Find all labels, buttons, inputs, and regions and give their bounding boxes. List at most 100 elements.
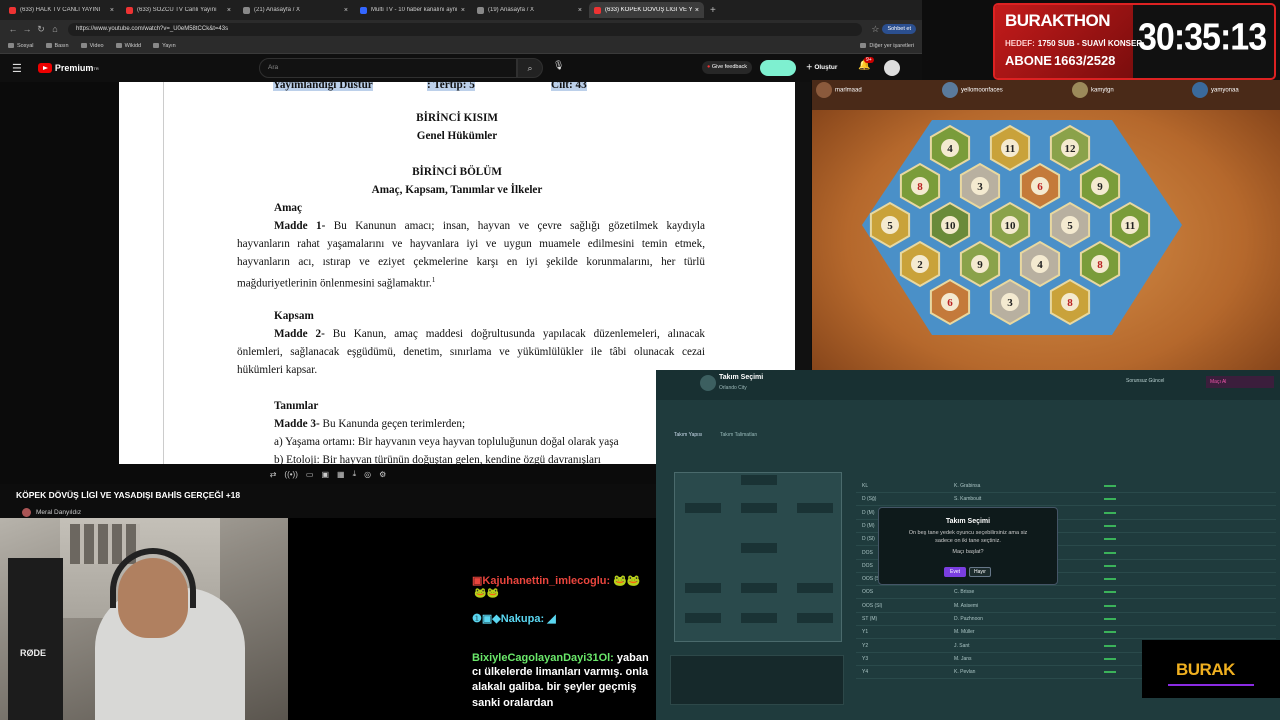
pitch-player-slot[interactable] (685, 583, 721, 593)
dialog-yes-button[interactable]: Evet (944, 567, 966, 577)
close-icon[interactable]: × (461, 7, 465, 14)
table-row[interactable]: OOS (Sl) M. Asisemi (856, 600, 1276, 613)
folder-icon (115, 43, 122, 48)
condition-bar (1104, 591, 1116, 594)
doc-paragraph-line: Madde 1- Bu Kanunun amacı; insan, hayvan… (274, 220, 706, 232)
bookmark-folder[interactable]: Basın (45, 43, 69, 49)
profile-chat-button[interactable]: Sohbet et (882, 24, 916, 34)
close-icon[interactable]: × (110, 7, 114, 14)
streamer-badge-underline (1168, 684, 1254, 686)
condition-bar (1104, 524, 1116, 527)
other-bookmarks[interactable]: Diğer yer işaretleri (860, 43, 914, 49)
doc-section-title: Amaç (274, 202, 302, 214)
bookmark-folder[interactable]: Wikidd (115, 43, 141, 49)
browser-tab[interactable]: Multi TV - 10 haber kanalını aynı × (355, 2, 470, 18)
chat-message: BixiyleCagolayanDayi31Ol: yaban (472, 652, 649, 664)
table-row[interactable]: OOS C. Brisse (856, 586, 1276, 600)
fm-page-title: Takım Seçimi (719, 374, 764, 381)
star-icon[interactable]: ☆ (868, 24, 882, 35)
microphone-icon[interactable]: 🎙 (553, 60, 564, 71)
condition-bar (1104, 538, 1116, 541)
bookmark-folder[interactable]: Yayın (153, 43, 176, 49)
avatar[interactable] (884, 60, 900, 76)
create-button[interactable]: ＋ Oluştur (806, 61, 837, 75)
close-icon[interactable]: × (695, 7, 699, 14)
close-icon[interactable]: × (578, 7, 582, 14)
tactics-pitch[interactable] (674, 472, 842, 642)
browser-tab[interactable]: (633) SÖZCÜ TV Canlı Yayını × (121, 2, 236, 18)
table-row[interactable]: Y1 M. Müller (856, 626, 1276, 640)
overlay-title: BURAKTHON (1005, 11, 1111, 30)
catan-board[interactable]: 4 11 12 8 3 6 9 5 10 10 5 11 2 9 4 8 6 3 8 (812, 80, 1280, 370)
screenshot-icon[interactable]: ◎ (364, 470, 371, 479)
pitch-player-slot[interactable] (797, 613, 833, 623)
chat-message: ▣Kajuhanettin_imlecoglu: 🐸🐸 (472, 574, 641, 587)
bookmark-folder[interactable]: Sosyal (8, 43, 34, 49)
fm-tab[interactable]: Takım Talimatları (720, 432, 757, 438)
home-icon[interactable]: ⌂ (48, 24, 62, 34)
doc-paragraph-line: hükümleri kapsar. (237, 364, 318, 376)
pitch-player-slot[interactable] (685, 613, 721, 623)
download-icon[interactable]: ⤓ (353, 469, 357, 479)
fm-continue-button[interactable]: Maçı Al (1206, 376, 1274, 388)
chat-message-line: sanki oralardan (472, 697, 554, 709)
browser-tab-active[interactable]: (633) KÖPEK DÖVÜŞ LİGİ VE Y × (589, 2, 704, 18)
picture-in-picture-icon[interactable]: ▣ (321, 470, 329, 479)
pitch-player-slot[interactable] (797, 503, 833, 513)
forward-icon[interactable]: → (20, 24, 34, 34)
pitch-player-slot[interactable] (741, 583, 777, 593)
fm-tab[interactable]: Takım Yapısı (674, 432, 702, 438)
search-input[interactable]: Ara (259, 58, 517, 78)
menu-icon[interactable]: ☰ (12, 62, 22, 75)
audio-icon[interactable]: ((•)) (284, 470, 297, 479)
close-icon[interactable]: × (344, 7, 348, 14)
catan-number-label: 10 (945, 220, 957, 232)
table-row[interactable]: ST (M) D. Pazhnoon (856, 613, 1276, 626)
doc-header-left: Yayımlandığı Düstur (273, 82, 373, 91)
bookmark-folder[interactable]: Video (80, 43, 104, 49)
player-position: Y3 (862, 655, 869, 662)
catan-number-label: 3 (1007, 297, 1013, 309)
folder-icon (80, 43, 87, 48)
browser-tab[interactable]: (21) Anasayfa / X × (238, 2, 353, 18)
search-icon[interactable]: ⌕ (517, 58, 543, 78)
doc-section-title: Kapsam (274, 310, 314, 322)
shuffle-icon[interactable]: ⇄ (270, 470, 277, 479)
new-tab-icon[interactable]: + (710, 5, 716, 16)
pitch-player-slot[interactable] (741, 503, 777, 513)
emote-icon: ◢ (547, 613, 556, 625)
youtube-logo[interactable]: Premium TR (37, 63, 99, 73)
browser-tab[interactable]: (19) Anasayfa / X × (472, 2, 587, 18)
url-input[interactable]: https://www.youtube.com/watch?v=_U0eM58t… (68, 22, 863, 36)
condition-bar (1104, 485, 1116, 487)
doc-paragraph-line: hayvanların rahat yaşamalarını ve hayvan… (237, 238, 705, 250)
condition-bar (1104, 604, 1116, 607)
catan-number-label: 5 (1067, 220, 1073, 232)
pitch-player-slot[interactable] (797, 583, 833, 593)
doc-chapter-title: BİRİNCİ BÖLÜM (412, 166, 502, 178)
table-row[interactable]: KL K. Grabinsa (856, 480, 1276, 493)
settings-icon[interactable]: ⚙ (379, 470, 386, 479)
back-icon[interactable]: ← (6, 24, 20, 34)
channel-row[interactable]: Meral Danyıldız (22, 508, 81, 517)
chat-message-line: alakalı galiba. bir şeyler geçmiş (472, 681, 637, 693)
pitch-player-slot[interactable] (741, 543, 777, 553)
subtitles-icon[interactable]: ▭ (306, 470, 314, 479)
pitch-player-slot[interactable] (741, 475, 777, 485)
grid-icon[interactable]: ▦ (337, 470, 345, 479)
player-position: ST (M) (862, 616, 878, 622)
catan-number-label: 11 (1005, 143, 1015, 155)
close-icon[interactable]: × (227, 7, 231, 14)
folder-icon (8, 43, 14, 48)
folder-icon (45, 43, 52, 48)
extension-toggle[interactable] (760, 60, 796, 76)
reload-icon[interactable]: ↻ (34, 24, 48, 35)
catan-number-label: 8 (917, 181, 923, 193)
feedback-button[interactable]: ● Give feedback (702, 61, 753, 74)
dialog-no-button[interactable]: Hayır (969, 567, 991, 577)
browser-tab[interactable]: (633) HALK TV CANLI YAYINI × (4, 2, 119, 18)
pitch-player-slot[interactable] (741, 613, 777, 623)
table-row[interactable]: D (Sğ) S. Kambouit (856, 493, 1276, 507)
catan-number-label: 3 (977, 181, 983, 193)
pitch-player-slot[interactable] (685, 503, 721, 513)
